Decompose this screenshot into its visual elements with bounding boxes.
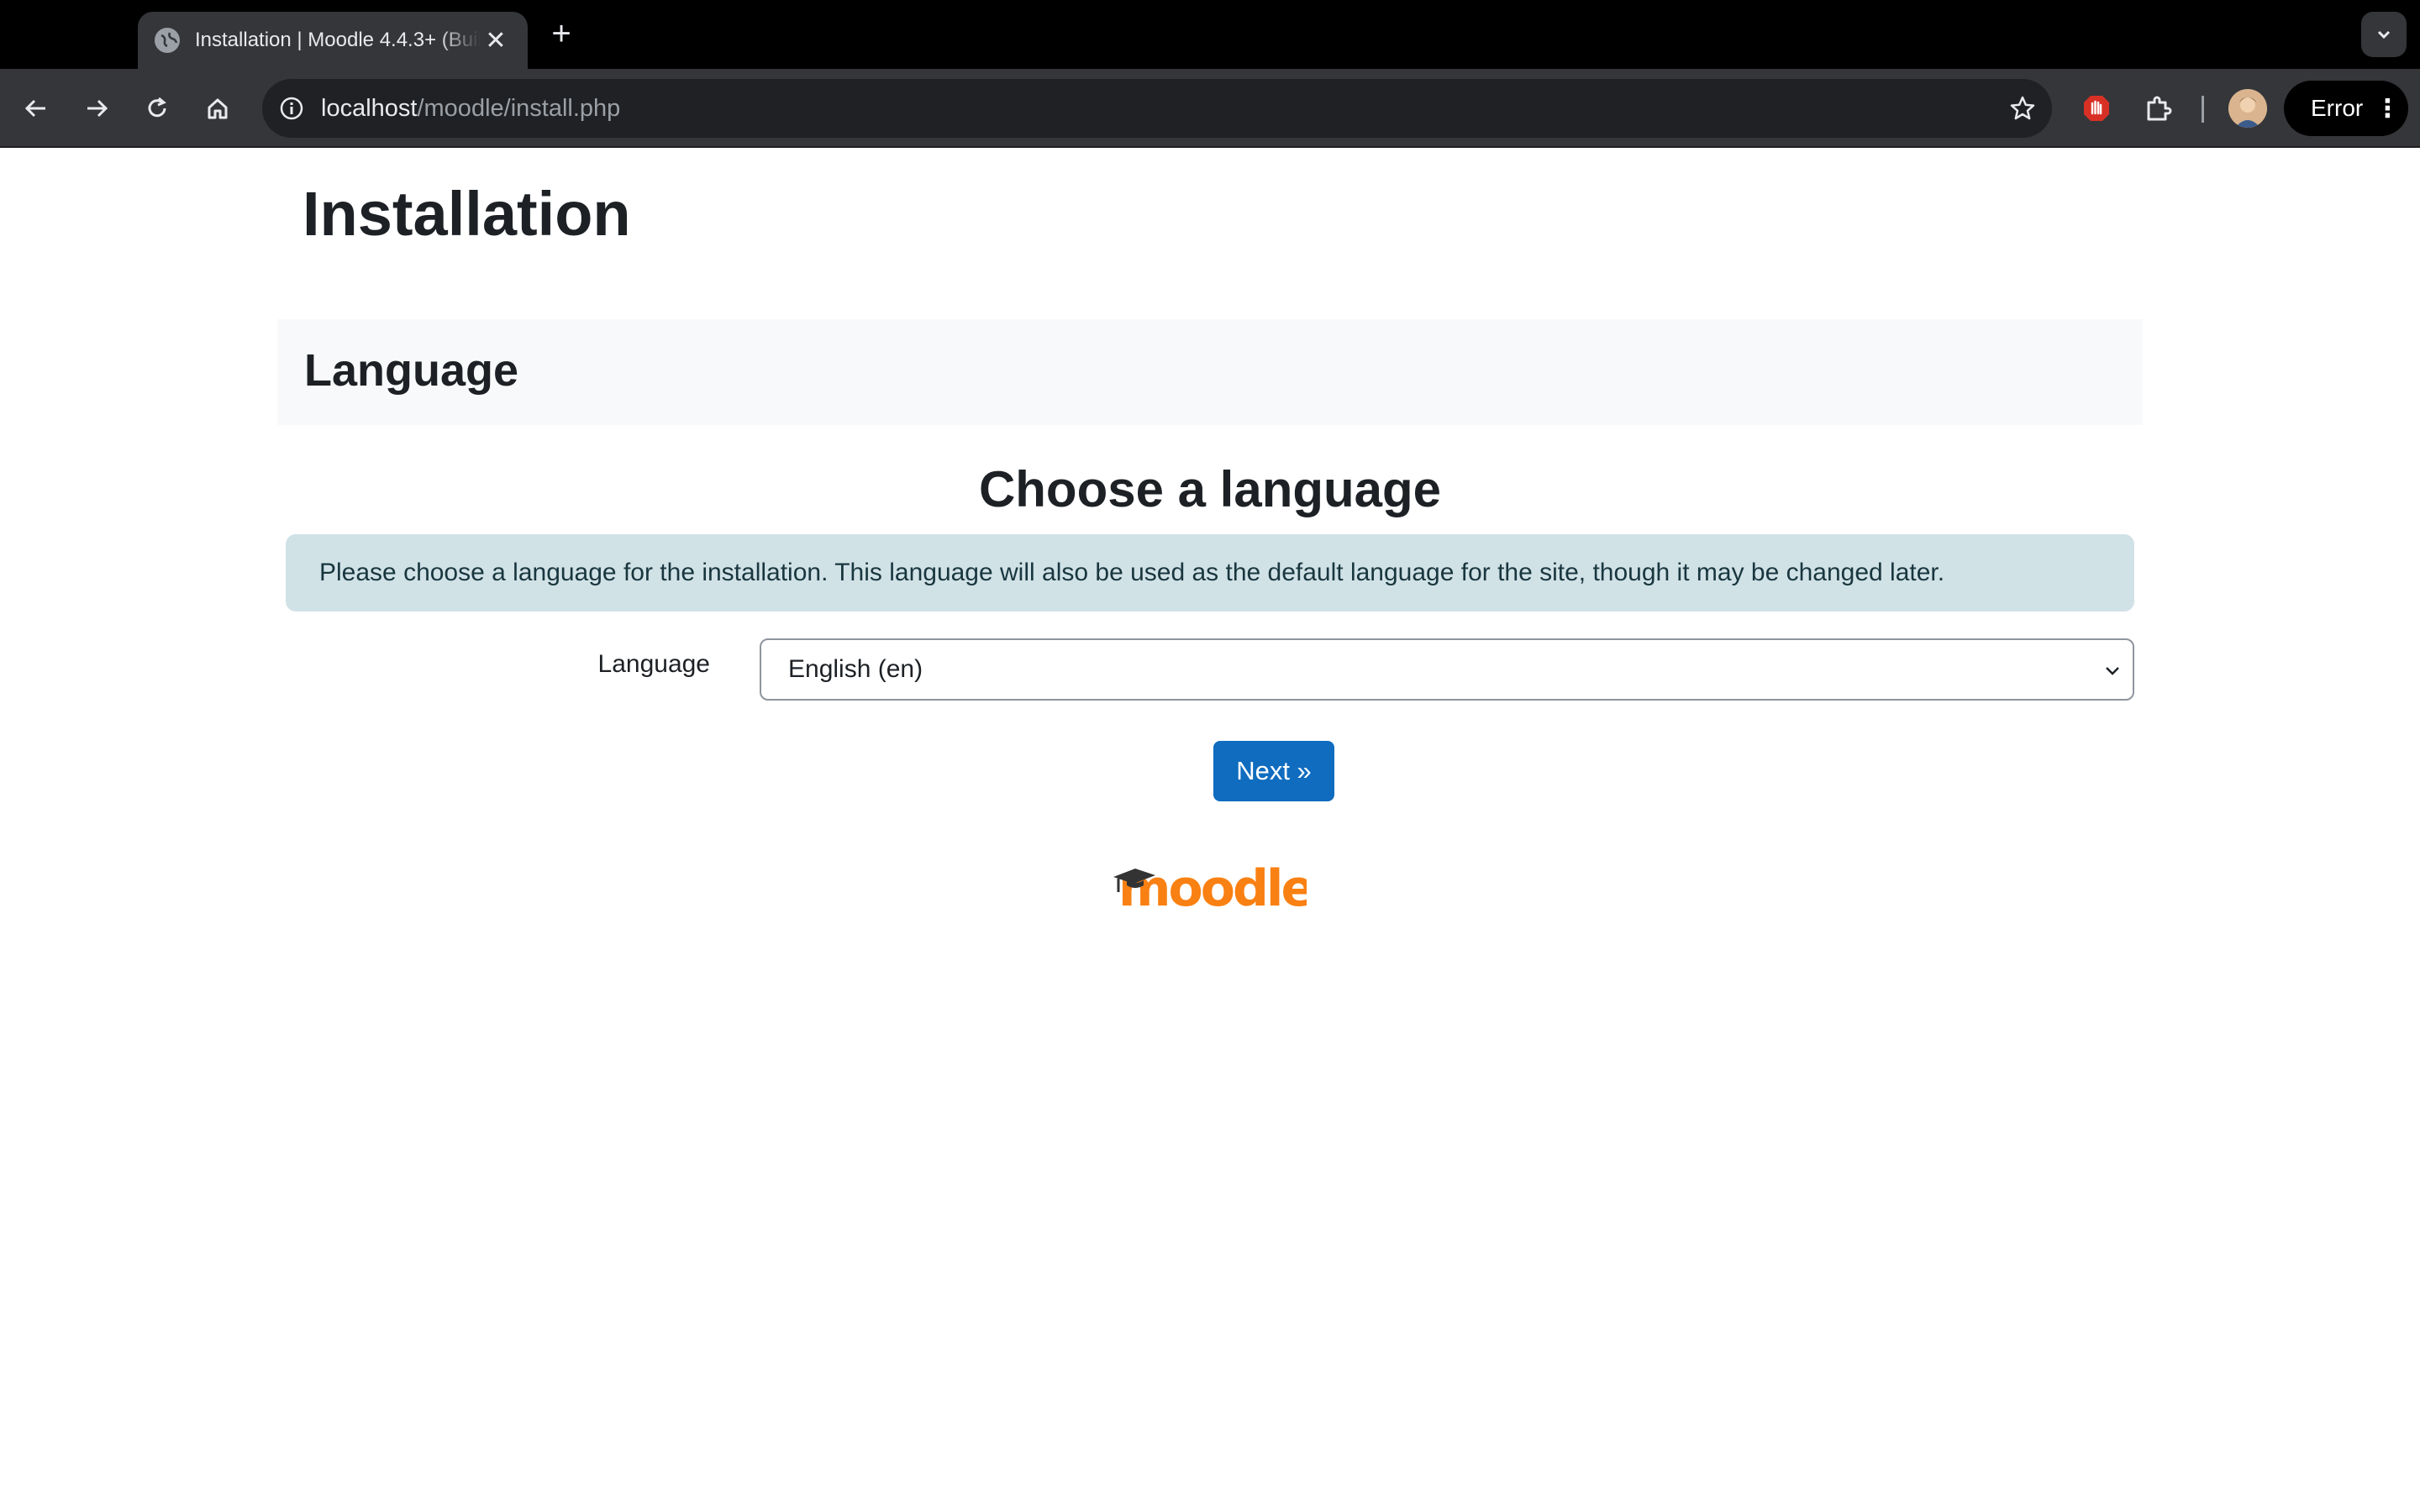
home-button[interactable] bbox=[197, 87, 239, 129]
moodle-logo-text: moodle bbox=[1118, 859, 1307, 916]
profile-chip-label: Error bbox=[2311, 95, 2364, 121]
tab-search-button[interactable] bbox=[2361, 12, 2407, 57]
extensions-puzzle-icon[interactable] bbox=[2138, 87, 2180, 129]
profile-error-chip[interactable]: Error ⋮ bbox=[2284, 81, 2408, 136]
globe-icon bbox=[155, 28, 180, 53]
browser-tabstrip: Installation | Moodle 4.4.3+ (Build: 202… bbox=[0, 0, 2420, 69]
page-title: Installation bbox=[302, 179, 631, 249]
close-tab-icon[interactable]: ✕ bbox=[481, 26, 511, 55]
back-button[interactable] bbox=[15, 87, 57, 129]
tab-title: Installation | Moodle 4.4.3+ (Build: 202… bbox=[195, 29, 481, 51]
chevron-down-icon bbox=[2106, 667, 2119, 675]
info-alert: Please choose a language for the install… bbox=[286, 534, 2134, 612]
url-host: localhost bbox=[321, 94, 418, 122]
home-icon bbox=[208, 98, 228, 119]
address-bar[interactable]: localhost/moodle/install.php bbox=[262, 79, 2052, 138]
info-alert-text: Please choose a language for the install… bbox=[319, 559, 1945, 586]
forward-button[interactable] bbox=[76, 87, 118, 129]
browser-toolbar: localhost/moodle/install.php Error ⋮ bbox=[0, 69, 2420, 148]
arrow-left-icon bbox=[24, 99, 45, 118]
next-button[interactable]: Next » bbox=[1213, 741, 1334, 801]
language-select[interactable]: English (en) bbox=[760, 638, 2134, 701]
reload-button[interactable] bbox=[136, 87, 178, 129]
language-label: Language bbox=[597, 650, 710, 678]
language-selected-value: English (en) bbox=[788, 655, 923, 683]
choose-language-heading: Choose a language bbox=[978, 461, 1442, 517]
site-info-icon[interactable] bbox=[262, 79, 321, 138]
chevron-down-icon bbox=[2377, 30, 2391, 39]
arrow-right-icon bbox=[87, 99, 108, 118]
moodle-logo: moodle bbox=[1113, 857, 1315, 918]
url-path: /moodle/install.php bbox=[417, 94, 621, 122]
more-options-icon[interactable]: ⋮ bbox=[2375, 94, 2400, 123]
toolbar-divider bbox=[2202, 96, 2204, 123]
section-title: Language bbox=[304, 345, 519, 396]
bookmark-star-icon[interactable] bbox=[1993, 79, 2052, 138]
url-text[interactable]: localhost/moodle/install.php bbox=[321, 95, 1993, 123]
profile-avatar[interactable] bbox=[2228, 89, 2267, 128]
reload-icon bbox=[148, 97, 166, 118]
new-tab-button[interactable]: + bbox=[544, 15, 578, 52]
section-header: Language bbox=[277, 319, 2143, 425]
extension-adblock-icon[interactable] bbox=[2075, 87, 2118, 129]
browser-tab[interactable]: Installation | Moodle 4.4.3+ (Build: 202… bbox=[138, 12, 528, 69]
